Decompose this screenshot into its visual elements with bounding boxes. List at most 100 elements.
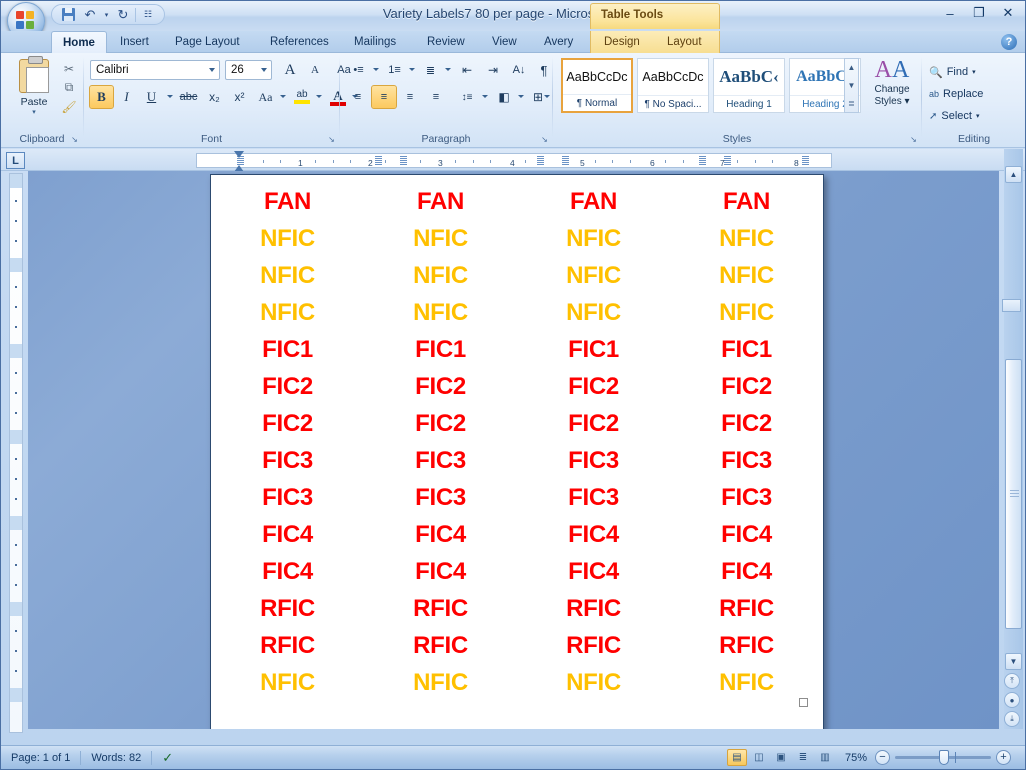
label-cell[interactable]: RFIC xyxy=(211,627,364,664)
scrollbar-thumb[interactable] xyxy=(1005,359,1022,629)
label-cell[interactable]: FAN xyxy=(211,183,364,220)
styles-scroll-down-icon[interactable]: ▼ xyxy=(845,77,858,94)
document-canvas[interactable]: FAN FAN FAN FAN NFIC NFIC NFIC NFIC NFIC NFIC NFIC… xyxy=(28,171,999,729)
styles-dialog-launcher[interactable]: ↘ xyxy=(909,135,918,144)
word-count[interactable]: Words: 82 xyxy=(81,749,151,767)
label-cell[interactable]: RFIC xyxy=(364,590,517,627)
select-browse-object-button[interactable]: ● xyxy=(1004,692,1020,708)
help-icon[interactable]: ? xyxy=(1001,34,1017,50)
draft-view-button[interactable]: ▥ xyxy=(815,749,835,766)
table-column-marker[interactable] xyxy=(562,156,569,165)
paste-dropdown-icon[interactable]: ▾ xyxy=(32,108,36,116)
label-cell[interactable]: FIC4 xyxy=(517,553,670,590)
label-cell[interactable]: FIC4 xyxy=(670,516,823,553)
clipboard-dialog-launcher[interactable]: ↘ xyxy=(70,135,79,144)
increase-indent-icon[interactable]: ⇥ xyxy=(481,59,505,81)
label-cell[interactable]: NFIC xyxy=(517,664,670,701)
label-cell[interactable]: NFIC xyxy=(670,220,823,257)
label-cell[interactable]: RFIC xyxy=(211,590,364,627)
find-button[interactable]: 🔍 Find ▾ xyxy=(926,62,1020,82)
label-cell[interactable]: FIC1 xyxy=(364,331,517,368)
zoom-slider-track[interactable] xyxy=(895,750,991,765)
label-cell[interactable]: FIC3 xyxy=(364,442,517,479)
font-family-input[interactable]: Calibri xyxy=(90,60,220,80)
replace-button[interactable]: ab Replace xyxy=(926,84,1020,104)
label-cell[interactable]: RFIC xyxy=(517,590,670,627)
label-cell[interactable]: FIC3 xyxy=(670,442,823,479)
label-cell[interactable]: NFIC xyxy=(670,257,823,294)
label-cell[interactable]: RFIC xyxy=(517,627,670,664)
full-screen-reading-view-button[interactable]: ◫ xyxy=(749,749,769,766)
scroll-up-button[interactable]: ▲ xyxy=(1005,166,1022,183)
bullets-icon[interactable]: •≡ xyxy=(346,59,371,81)
bold-button[interactable]: B xyxy=(89,85,114,109)
label-cell[interactable]: NFIC xyxy=(364,664,517,701)
label-cell[interactable]: RFIC xyxy=(670,590,823,627)
label-cell[interactable]: FIC3 xyxy=(670,479,823,516)
label-cell[interactable]: NFIC xyxy=(517,257,670,294)
label-cell[interactable]: FAN xyxy=(670,183,823,220)
label-cell[interactable]: FIC3 xyxy=(211,479,364,516)
decrease-indent-icon[interactable]: ⇤ xyxy=(455,59,479,81)
zoom-out-button[interactable]: − xyxy=(875,750,890,765)
label-cell[interactable]: NFIC xyxy=(670,294,823,331)
redo-icon[interactable]: ↻ xyxy=(113,6,133,24)
label-cell[interactable]: FIC4 xyxy=(211,553,364,590)
paragraph-dialog-launcher[interactable]: ↘ xyxy=(540,135,549,144)
horizontal-ruler[interactable]: 1 2 3 4 5 6 7 8 xyxy=(196,153,832,168)
zoom-level-label[interactable]: 75% xyxy=(837,752,873,764)
vertical-scrollbar[interactable]: ▲ ▼ ⤒ ● ⤓ xyxy=(1002,149,1023,729)
align-right-icon[interactable]: ≡ xyxy=(398,86,422,108)
underline-dropdown-icon[interactable] xyxy=(167,95,173,98)
tab-avery[interactable]: Avery xyxy=(533,31,584,53)
label-cell[interactable]: RFIC xyxy=(364,627,517,664)
text-highlight-button[interactable]: ab xyxy=(290,86,314,108)
label-cell[interactable]: FIC3 xyxy=(517,442,670,479)
label-cell[interactable]: FIC2 xyxy=(670,405,823,442)
tab-layout[interactable]: Layout xyxy=(656,31,713,53)
table-column-marker[interactable] xyxy=(724,156,731,165)
label-cell[interactable]: FIC4 xyxy=(364,553,517,590)
document-page[interactable]: FAN FAN FAN FAN NFIC NFIC NFIC NFIC NFIC NFIC NFIC… xyxy=(210,174,824,729)
label-cell[interactable]: FAN xyxy=(364,183,517,220)
borders-dropdown-icon[interactable] xyxy=(544,95,550,98)
tab-stop-selector[interactable]: L xyxy=(6,152,25,169)
tab-review[interactable]: Review xyxy=(416,31,476,53)
label-cell[interactable]: FIC2 xyxy=(364,368,517,405)
label-cell[interactable]: FIC2 xyxy=(517,405,670,442)
outline-view-button[interactable]: ≣ xyxy=(793,749,813,766)
label-cell[interactable]: FIC1 xyxy=(670,331,823,368)
tab-insert[interactable]: Insert xyxy=(109,31,160,53)
superscript-button[interactable]: x² xyxy=(228,86,251,108)
line-spacing-icon[interactable]: ↕≡ xyxy=(454,86,480,108)
shading-icon[interactable]: ◧ xyxy=(492,86,516,108)
multilevel-dropdown-icon[interactable] xyxy=(445,68,451,71)
label-cell[interactable]: FIC3 xyxy=(517,479,670,516)
subscript-button[interactable]: x₂ xyxy=(203,86,226,108)
cut-icon[interactable]: ✂ xyxy=(59,59,79,78)
change-case-button[interactable]: Aa xyxy=(253,86,278,108)
label-cell[interactable]: RFIC xyxy=(670,627,823,664)
table-column-marker[interactable] xyxy=(400,156,407,165)
label-cell[interactable]: FIC3 xyxy=(364,479,517,516)
change-case-dropdown-icon[interactable] xyxy=(280,95,286,98)
copy-icon[interactable]: ⧉ xyxy=(59,78,79,97)
change-styles-button[interactable]: AA Change Styles ▾ xyxy=(863,57,921,123)
underline-button[interactable]: U xyxy=(140,86,163,108)
table-column-marker[interactable] xyxy=(802,156,809,165)
line-spacing-dropdown-icon[interactable] xyxy=(482,95,488,98)
label-cell[interactable]: FIC2 xyxy=(670,368,823,405)
label-cell[interactable]: NFIC xyxy=(211,294,364,331)
font-size-input[interactable]: 26 xyxy=(225,60,272,80)
print-layout-view-button[interactable]: ▤ xyxy=(727,749,747,766)
label-cell[interactable]: NFIC xyxy=(211,220,364,257)
table-column-marker[interactable] xyxy=(699,156,706,165)
tab-home[interactable]: Home xyxy=(51,31,107,53)
label-cell[interactable]: NFIC xyxy=(364,220,517,257)
numbering-dropdown-icon[interactable] xyxy=(409,68,415,71)
tab-mailings[interactable]: Mailings xyxy=(343,31,407,53)
font-dialog-launcher[interactable]: ↘ xyxy=(327,135,336,144)
label-cell[interactable]: FIC2 xyxy=(211,368,364,405)
shading-dropdown-icon[interactable] xyxy=(518,95,524,98)
label-cell[interactable]: FIC4 xyxy=(211,516,364,553)
